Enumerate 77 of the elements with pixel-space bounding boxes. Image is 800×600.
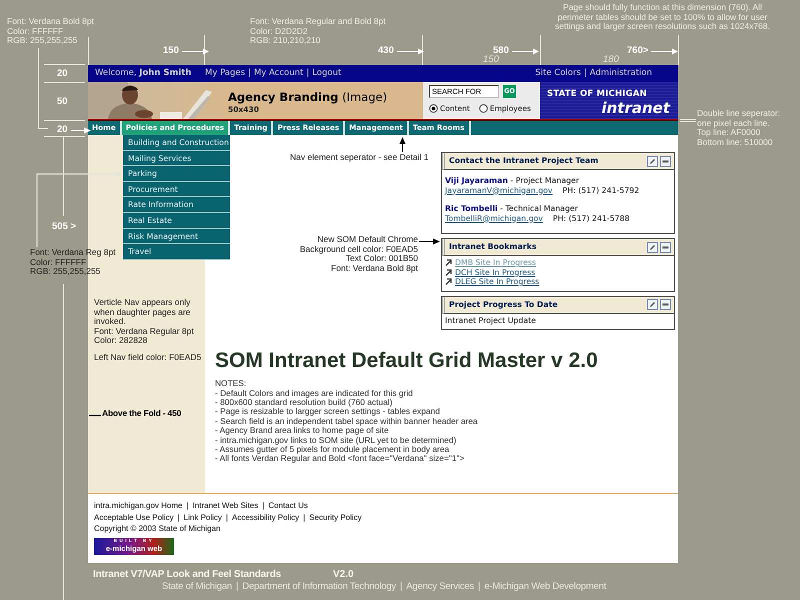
annotation-note: Double line seperator: one pixel each line. Top line: AF0000 Bottom line: 510000 <box>697 109 780 147</box>
note-text: - 800x600 standard resolution build (760 actual) <box>215 398 394 408</box>
note-text: - intra.michigan.gov links to SOM site (URL yet to be determined) <box>215 436 458 445</box>
top-link[interactable]: My Pages <box>205 67 246 80</box>
footer-link[interactable]: Intranet Web Sites <box>192 500 258 512</box>
top-link[interactable]: My Account <box>254 67 304 80</box>
footer-link[interactable]: Link Policy <box>184 512 222 523</box>
note-text: - Page is resizable to largger screen settings - tables expand <box>215 407 441 417</box>
edit-icon[interactable] <box>647 156 658 166</box>
radio-button[interactable] <box>478 104 488 114</box>
page-title: SOM Intranet Default Grid Master v 2.0 <box>215 348 599 374</box>
note-text: - Assumes gutter of 5 pixels for module placement in body area <box>215 445 450 454</box>
note-text: - Search field is an independent tabel space within banner header area <box>215 416 479 426</box>
dimension-label: 180 <box>603 53 619 67</box>
separator-text: | <box>306 67 310 80</box>
arrow-icon <box>445 259 452 266</box>
separator-text: | <box>584 67 587 80</box>
annotation-note: Font: Verdana Bold 8pt Color: FFFFFF RGB: 255,255,255 <box>7 17 94 46</box>
edit-icon[interactable] <box>647 299 658 310</box>
minimize-icon[interactable] <box>660 242 671 252</box>
annotation-note: Left Nav field color: F0EAD5 <box>94 353 202 362</box>
notes-heading: NOTES: <box>215 379 248 389</box>
annotation-note: New SOM Default Chrome Background cell color: F0EAD5 Text Color: 001B50 Font: Verdana Bold 8pt <box>300 235 418 273</box>
logo[interactable]: STATE OF MICHIGAN intranet <box>540 82 678 119</box>
footer-link[interactable]: Accessibility Policy <box>232 512 300 523</box>
note-text: - Agency Brand area links to home page of site <box>215 426 390 436</box>
dimension-label: 580 <box>493 44 509 56</box>
top-link[interactable]: Site Colors <box>535 67 581 80</box>
dimension-label: 20 <box>57 67 68 81</box>
leader-line <box>399 137 406 152</box>
arrow-icon <box>445 278 452 286</box>
arrow-icon <box>182 48 210 55</box>
dimension-label: 20 <box>57 123 68 137</box>
annotation-note: Font: Verdana Regular and Bold 8pt Color: D2D2D2 RGB: 210,210,210 <box>250 17 386 46</box>
dimension-label: 430 <box>378 44 394 58</box>
leader-line <box>89 414 101 417</box>
separator-text: | <box>248 67 251 80</box>
separator-text: | <box>178 512 180 523</box>
note-text: - Default Colors and images are indicated for this grid <box>215 388 414 398</box>
dimension-label: 505 > <box>52 220 76 234</box>
separator-text: | <box>236 580 238 594</box>
arrow-icon <box>396 48 425 55</box>
top-link[interactable]: Administration <box>590 67 652 80</box>
minimize-icon[interactable] <box>660 156 671 166</box>
annotation-note: Page should fully function at this dimension (760). All perimeter tables should be set to 100% to allow for user settings and larger screen resolutions such as 1024x768. <box>555 3 770 32</box>
arrow-icon <box>70 126 91 134</box>
leader-line <box>419 238 440 245</box>
welcome-text: Welcome, John Smith <box>95 67 192 80</box>
separator-text: | <box>186 500 189 512</box>
branding-title: Agency Branding (Image) <box>228 91 388 104</box>
version-text: V2.0 <box>333 568 354 582</box>
arrow-icon <box>651 48 680 55</box>
copyright-text: Copyright © 2003 State of Michigan <box>94 523 222 534</box>
separator-text: | <box>303 512 306 523</box>
note-text: - All fonts Verdan Regular and Bold <font face="Verdana" size="1"> <box>215 454 466 464</box>
separator-text: | <box>478 580 480 594</box>
annotation-note: Nav element seperator - see Detail 1 <box>290 153 428 162</box>
dimension-label: 150 <box>483 54 499 67</box>
edit-icon[interactable] <box>647 242 658 252</box>
annotation-note: Above the Fold - 450 <box>102 409 182 418</box>
top-link[interactable]: Logout <box>312 67 342 80</box>
arrow-icon <box>445 268 452 276</box>
footer-link[interactable]: Security Policy <box>309 512 362 523</box>
dimension-label: 50 <box>57 95 68 109</box>
annotation-note: Verticle Nav appears only when daughter pages are invoked. Font: Verdana Regular 8pt Color: 282828 <box>94 298 194 346</box>
dimension-label: 760> <box>627 44 648 58</box>
footer-link[interactable]: Acceptable Use Policy <box>94 512 174 523</box>
separator-text: | <box>262 500 264 512</box>
minimize-icon[interactable] <box>660 299 671 310</box>
footer-link[interactable]: Contact Us <box>268 500 308 512</box>
footer-link[interactable]: intra.michigan.gov Home <box>94 500 182 512</box>
separator-text: | <box>400 580 402 594</box>
arrow-icon <box>512 48 540 55</box>
dimension-label: 150 <box>163 44 179 58</box>
radio-button[interactable] <box>429 104 438 114</box>
document-title: Intranet V7/VAP Look and Feel Standards <box>93 568 281 582</box>
separator-text: | <box>226 512 228 523</box>
